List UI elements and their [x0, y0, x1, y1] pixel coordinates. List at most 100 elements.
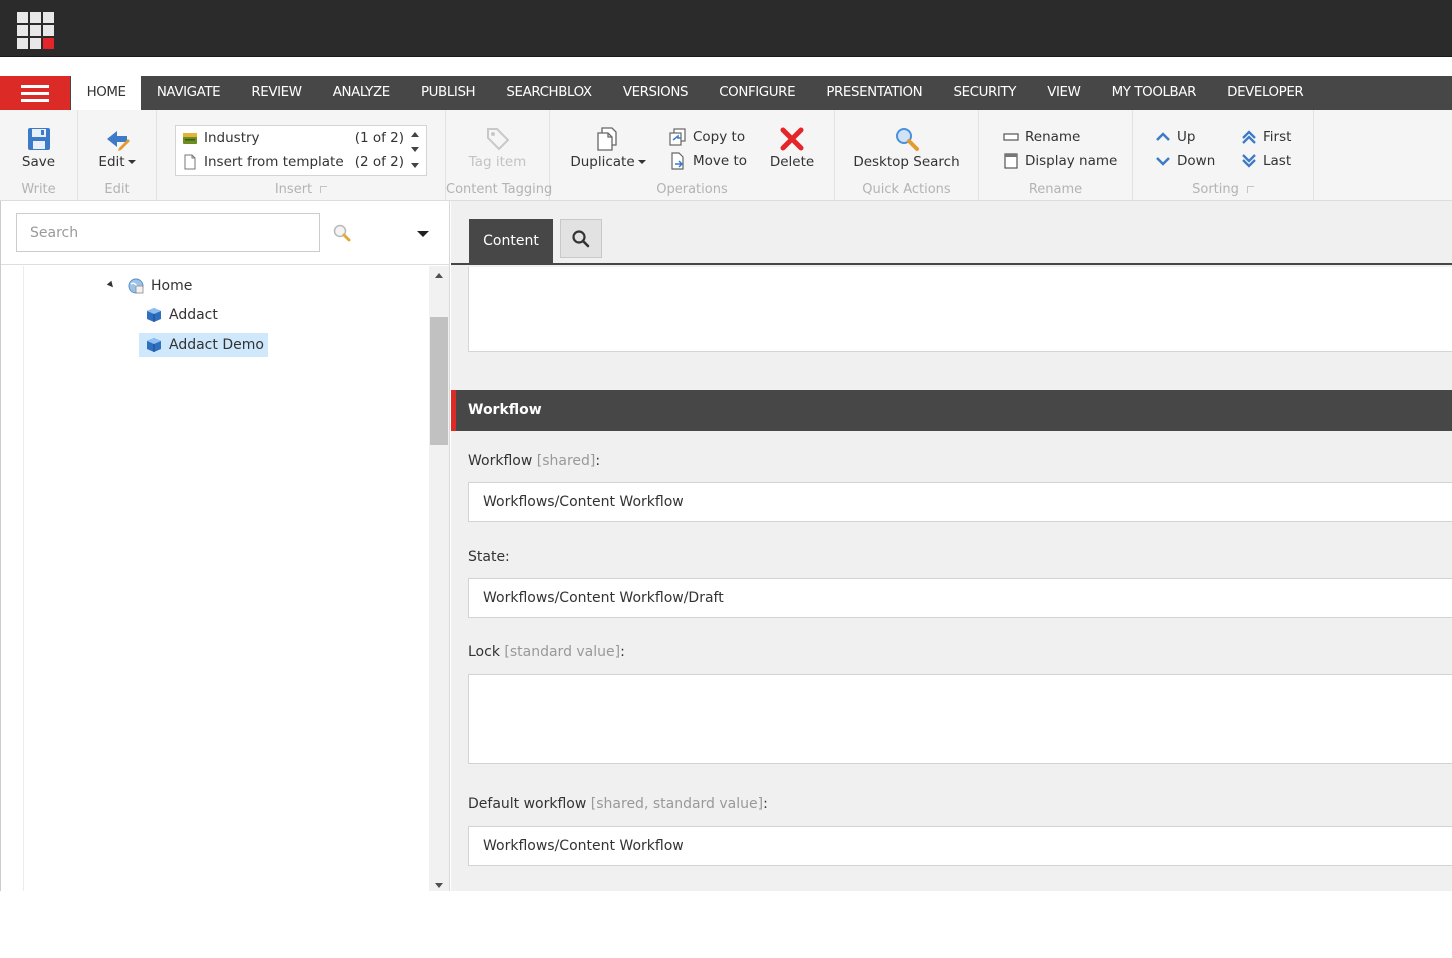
- tab-navigate[interactable]: NAVIGATE: [141, 76, 236, 110]
- tree-search-input[interactable]: [16, 213, 320, 252]
- chevron-down-icon: [1156, 157, 1170, 166]
- previous-section-field[interactable]: [468, 267, 1452, 352]
- lock-field[interactable]: [468, 674, 1452, 764]
- display-name-icon: [1004, 153, 1018, 169]
- chunk-title-operations: Operations: [656, 182, 728, 197]
- magnifier-icon: [895, 128, 919, 151]
- tree-expand-collapse-icon[interactable]: [106, 280, 116, 290]
- chunk-title-insert: Insert: [274, 182, 313, 197]
- gallery-scroll-up-icon[interactable]: [411, 132, 419, 137]
- tab-presentation[interactable]: PRESENTATION: [811, 76, 938, 110]
- tab-view[interactable]: VIEW: [1032, 76, 1096, 110]
- insert-option-count: (2 of 2): [354, 154, 404, 170]
- workflow-field[interactable]: Workflows/Content Workflow: [468, 482, 1452, 522]
- sort-down-label: Down: [1177, 153, 1216, 169]
- insert-options-launcher-icon[interactable]: [320, 186, 328, 193]
- edit-button[interactable]: Edit: [78, 126, 156, 170]
- field-label-workflow: Workflow [shared]:: [468, 453, 601, 469]
- scroll-down-arrow-icon[interactable]: [435, 883, 443, 888]
- insert-option-insert-from-template[interactable]: Insert from template (2 of 2): [182, 151, 404, 173]
- section-header-workflow[interactable]: Workflow: [451, 390, 1452, 431]
- insert-option-count: (1 of 2): [354, 130, 404, 146]
- state-field[interactable]: Workflows/Content Workflow/Draft: [468, 578, 1452, 618]
- sort-last-button[interactable]: Last: [1241, 150, 1291, 172]
- copy-to-icon: [669, 128, 686, 146]
- sitecore-content-editor: HOME NAVIGATE REVIEW ANALYZE PUBLISH SEA…: [0, 0, 1452, 891]
- sort-up-button[interactable]: Up: [1155, 126, 1195, 148]
- tree-item-addact[interactable]: Addact: [145, 303, 218, 327]
- tab-developer[interactable]: DEVELOPER: [1212, 76, 1319, 110]
- launchpad-icon[interactable]: [17, 12, 54, 49]
- content-editor-panel: Content Workflow Workflow [shared]: Work…: [451, 201, 1452, 891]
- tree-item-label: Addact Demo: [169, 337, 264, 353]
- tab-home[interactable]: HOME: [71, 76, 142, 110]
- tab-security[interactable]: SECURITY: [938, 76, 1032, 110]
- tag-item-label: Tag item: [468, 154, 527, 170]
- tab-search[interactable]: [560, 219, 602, 258]
- tree-item-label: Home: [151, 278, 193, 294]
- default-workflow-field[interactable]: Workflows/Content Workflow: [468, 826, 1452, 866]
- tag-item-button[interactable]: Tag item: [446, 126, 549, 170]
- chunk-write: Save Write: [0, 110, 78, 200]
- copy-to-button[interactable]: Copy to: [669, 126, 745, 148]
- scrollbar-thumb[interactable]: [430, 317, 448, 445]
- move-to-label: Move to: [693, 153, 748, 169]
- tree-scrollbar[interactable]: [429, 266, 449, 891]
- tree-search-bar: [1, 201, 450, 265]
- tag-icon: [486, 128, 509, 151]
- desktop-search-button[interactable]: Desktop Search: [835, 126, 978, 170]
- industry-icon: [183, 133, 197, 144]
- edit-icon: [107, 131, 130, 151]
- hamburger-menu-icon[interactable]: [0, 76, 70, 110]
- template-icon: [184, 154, 196, 170]
- home-globe-icon: [128, 278, 144, 294]
- copy-to-label: Copy to: [693, 129, 746, 145]
- gallery-scroll-down-icon[interactable]: [411, 147, 419, 152]
- sort-last-label: Last: [1263, 153, 1292, 169]
- move-to-button[interactable]: Move to: [669, 150, 747, 172]
- chunk-title-rename: Rename: [1028, 182, 1083, 197]
- display-name-button[interactable]: Display name: [1003, 150, 1117, 172]
- chunk-quick-actions: Desktop Search Quick Actions: [835, 110, 979, 200]
- duplicate-icon: [597, 127, 617, 151]
- tab-publish[interactable]: PUBLISH: [405, 76, 490, 110]
- field-label-state: State:: [468, 549, 510, 565]
- tab-configure[interactable]: CONFIGURE: [704, 76, 811, 110]
- scroll-up-arrow-icon[interactable]: [435, 273, 443, 278]
- desktop-search-label: Desktop Search: [853, 154, 960, 170]
- search-icon: [572, 229, 590, 247]
- sorting-options-launcher-icon[interactable]: [1246, 186, 1254, 193]
- chunk-title-edit: Edit: [104, 182, 130, 197]
- double-chevron-down-icon: [1242, 154, 1256, 168]
- save-label: Save: [21, 154, 56, 170]
- sort-down-button[interactable]: Down: [1155, 150, 1215, 172]
- chevron-up-icon: [1156, 132, 1170, 141]
- delete-icon: [780, 127, 804, 151]
- top-bar: [0, 0, 1452, 57]
- search-options-dropdown-icon[interactable]: [413, 227, 431, 241]
- sort-first-button[interactable]: First: [1241, 126, 1291, 148]
- save-button[interactable]: Save: [0, 126, 77, 170]
- ribbon-navigation: HOME NAVIGATE REVIEW ANALYZE PUBLISH SEA…: [0, 76, 1452, 110]
- tree-item-addact-demo[interactable]: Addact Demo: [139, 333, 268, 357]
- tab-versions[interactable]: VERSIONS: [607, 76, 703, 110]
- gallery-expand-icon[interactable]: [411, 163, 419, 168]
- rename-label: Rename: [1025, 129, 1081, 145]
- tab-my-toolbar[interactable]: MY TOOLBAR: [1096, 76, 1212, 110]
- insert-option-industry[interactable]: Industry (1 of 2): [182, 127, 404, 149]
- tree-item-home[interactable]: Home: [127, 274, 192, 298]
- tab-searchblox[interactable]: SEARCHBLOX: [491, 76, 607, 110]
- tree-item-label: Addact: [169, 307, 218, 323]
- delete-button[interactable]: Delete: [766, 126, 818, 170]
- database-cube-icon: [147, 308, 161, 322]
- display-name-label: Display name: [1025, 153, 1118, 169]
- search-icon[interactable]: [332, 223, 352, 243]
- tab-content[interactable]: Content: [469, 219, 553, 265]
- edit-dropdown-caret-icon: [127, 160, 136, 164]
- tab-review[interactable]: REVIEW: [236, 76, 317, 110]
- editor-tabs: Content: [451, 201, 1452, 265]
- duplicate-button[interactable]: Duplicate: [570, 126, 646, 170]
- tab-analyze[interactable]: ANALYZE: [317, 76, 405, 110]
- rename-button[interactable]: Rename: [1003, 126, 1080, 148]
- database-cube-icon: [147, 338, 161, 352]
